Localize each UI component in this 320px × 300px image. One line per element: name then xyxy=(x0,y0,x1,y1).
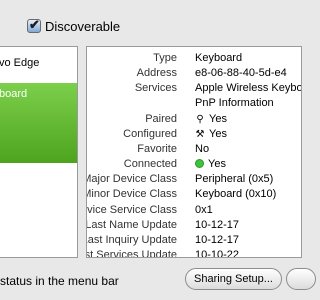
info-value: Apple Wireless Keybo xyxy=(195,82,302,94)
info-row-services: Services Apple Wireless Keybo xyxy=(87,82,302,97)
sharing-setup-button[interactable]: Sharing Setup... xyxy=(185,268,282,290)
info-value-wrap: ⚒ Yes xyxy=(195,128,227,140)
info-key: Connected xyxy=(123,158,177,170)
info-key: Last Name Update xyxy=(86,219,177,231)
info-value-wrap: ⚲ Yes xyxy=(195,113,227,125)
info-value: Yes xyxy=(208,158,226,170)
info-row-favorite: Favorite No xyxy=(87,143,301,158)
info-key: Last Inquiry Update xyxy=(86,234,177,246)
info-value: e8-06-88-40-5d-e4 xyxy=(195,67,287,79)
info-key: Last Services Update xyxy=(87,249,177,258)
info-key: Configured xyxy=(123,128,177,140)
info-row-type: Type Keyboard xyxy=(87,52,301,67)
info-value-wrap: Yes xyxy=(195,158,226,170)
top-bar: ✔ Discoverable xyxy=(0,0,300,48)
device-list[interactable]: vo Edge board xyxy=(0,46,78,258)
device-info-panel: Type Keyboard Address e8-06-88-40-5d-e4 … xyxy=(86,46,302,258)
device-list-item-selected[interactable]: board xyxy=(0,83,77,163)
pairing-icon: ⚲ xyxy=(196,114,204,125)
device-name: vo Edge xyxy=(0,57,40,69)
info-row-name-update: Last Name Update 10-12-17 xyxy=(86,219,301,234)
info-value: Yes xyxy=(209,113,227,125)
tools-icon: ⚒ xyxy=(195,129,205,140)
info-value: Keyboard xyxy=(195,52,243,64)
info-value: Keyboard (0x10) xyxy=(195,188,277,200)
info-row-service-class: Device Service Class 0x1 xyxy=(87,204,301,219)
discoverable-checkbox[interactable]: ✔ xyxy=(27,17,41,33)
info-key: Major Device Class xyxy=(86,173,177,185)
device-list-item[interactable]: vo Edge xyxy=(0,52,77,74)
device-name: board xyxy=(0,88,28,100)
info-key: Favorite xyxy=(137,143,177,155)
info-row-connected: Connected Yes xyxy=(87,158,301,173)
info-key: Device Service Class xyxy=(87,204,177,216)
info-value: 10-12-17 xyxy=(195,234,240,246)
info-value: Peripheral (0x5) xyxy=(195,173,274,185)
info-row-services-update: Last Services Update 10-10-22 xyxy=(87,249,301,258)
info-row-paired: Paired ⚲ Yes xyxy=(87,113,301,128)
info-value: 0x1 xyxy=(195,204,213,216)
info-key: Minor Device Class xyxy=(86,188,177,200)
info-row-minor-class: Minor Device Class Keyboard (0x10) xyxy=(86,188,301,203)
info-row-major-class: Major Device Class Peripheral (0x5) xyxy=(86,173,301,188)
info-row-inquiry-update: Last Inquiry Update 10-12-17 xyxy=(86,234,301,249)
info-row-services-2: PnP Information xyxy=(87,97,301,112)
info-value: 10-10-22 xyxy=(195,249,240,258)
info-value: No xyxy=(195,143,210,155)
info-key: Paired xyxy=(145,113,177,125)
info-row-address: Address e8-06-88-40-5d-e4 xyxy=(87,67,301,82)
checkmark-icon: ✔ xyxy=(29,17,40,32)
green-dot-icon xyxy=(195,159,204,168)
partial-button[interactable] xyxy=(286,268,316,290)
info-key: Services xyxy=(134,82,177,94)
info-value: Yes xyxy=(209,128,227,140)
discoverable-label[interactable]: Discoverable xyxy=(45,19,120,34)
info-key: Address xyxy=(136,67,177,79)
info-value: 10-12-17 xyxy=(195,219,240,231)
info-key: Type xyxy=(153,52,177,64)
menubar-status-label: status in the menu bar xyxy=(0,274,119,288)
info-row-configured: Configured ⚒ Yes xyxy=(87,128,301,143)
info-value: PnP Information xyxy=(195,97,274,109)
